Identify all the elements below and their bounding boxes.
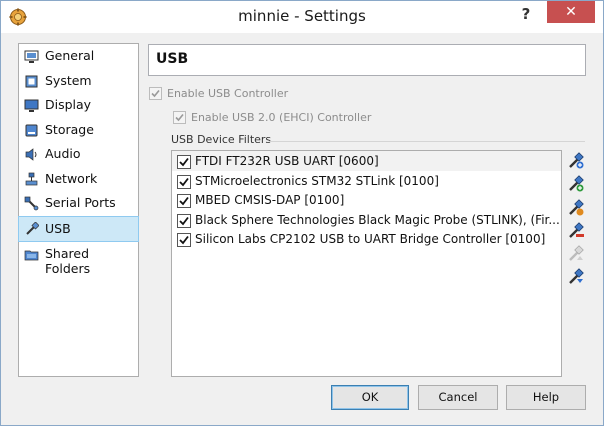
- filter-label: STMicroelectronics STM32 STLink [0100]: [195, 173, 439, 188]
- usb-icon: [26, 221, 39, 235]
- sidebar-item-general[interactable]: General: [19, 44, 138, 69]
- filter-row[interactable]: Black Sphere Technologies Black Magic Pr…: [172, 210, 561, 230]
- display-icon: [24, 99, 39, 112]
- section-title: USB: [156, 51, 189, 67]
- sidebar-item-label: General: [45, 48, 95, 63]
- add-filter-from-device-icon[interactable]: [567, 175, 585, 193]
- add-empty-filter-icon[interactable]: [567, 152, 585, 170]
- help-button[interactable]: Help: [506, 385, 586, 410]
- general-icon: [24, 50, 39, 63]
- sidebar-item-shared-folders[interactable]: Shared Folders: [19, 242, 138, 276]
- close-button[interactable]: ✕: [547, 1, 595, 23]
- filter-row[interactable]: MBED CMSIS-DAP [0100]: [172, 190, 561, 210]
- ok-button[interactable]: OK: [331, 385, 409, 410]
- sidebar-item-serial-ports[interactable]: Serial Ports: [19, 191, 138, 216]
- sidebar-item-label: Network: [45, 170, 98, 186]
- storage-icon: [25, 124, 38, 136]
- filter-checkbox[interactable]: [177, 174, 191, 189]
- filter-row[interactable]: STMicroelectronics STM32 STLink [0100]: [172, 171, 561, 191]
- remove-filter-icon[interactable]: [567, 222, 585, 240]
- sidebar-item-label: Storage: [45, 121, 94, 137]
- audio-icon: [25, 148, 37, 161]
- enable-usb-controller-checkbox[interactable]: Enable USB Controller: [149, 87, 288, 100]
- cancel-button[interactable]: Cancel: [418, 385, 498, 410]
- section-title-box: USB: [148, 44, 586, 76]
- sidebar-item-label: USB: [45, 220, 71, 236]
- checkbox-box: [173, 111, 186, 124]
- title-help-button[interactable]: ?: [513, 3, 539, 25]
- filter-checkbox[interactable]: [177, 155, 191, 169]
- edit-filter-icon[interactable]: [567, 198, 585, 217]
- sidebar-item-usb[interactable]: USB: [18, 215, 139, 242]
- system-icon: [25, 75, 38, 87]
- filter-label: Black Sphere Technologies Black Magic Pr…: [195, 212, 560, 227]
- filters-separator: [269, 141, 585, 142]
- filter-toolbar: [567, 152, 587, 292]
- sidebar-item-label: Shared Folders: [45, 246, 91, 276]
- sidebar-item-label: Audio: [45, 146, 81, 161]
- filter-checkbox[interactable]: [177, 233, 191, 247]
- filter-row[interactable]: FTDI FT232R USB UART [0600]: [172, 151, 561, 171]
- filter-label: FTDI FT232R USB UART [0600]: [195, 154, 379, 168]
- usb-device-filters-list[interactable]: FTDI FT232R USB UART [0600] STMicroelect…: [171, 150, 562, 377]
- enable-usb2-controller-checkbox[interactable]: Enable USB 2.0 (EHCI) Controller: [173, 111, 371, 124]
- sidebar-item-storage[interactable]: Storage: [19, 118, 138, 143]
- shared-folders-icon: [24, 250, 39, 261]
- filter-label: Silicon Labs CP2102 USB to UART Bridge C…: [195, 232, 546, 246]
- settings-window: minnie - Settings ? ✕ General System Dis…: [0, 0, 604, 426]
- enable-usb-controller-label: Enable USB Controller: [167, 87, 289, 100]
- sidebar-item-system[interactable]: System: [19, 69, 138, 94]
- filter-checkbox[interactable]: [177, 194, 191, 208]
- filter-checkbox[interactable]: [177, 213, 191, 228]
- filter-row[interactable]: Silicon Labs CP2102 USB to UART Bridge C…: [172, 229, 561, 249]
- title-bar: minnie - Settings ? ✕: [1, 1, 603, 33]
- enable-usb2-controller-label: Enable USB 2.0 (EHCI) Controller: [191, 111, 372, 124]
- settings-sidebar: General System Display Storage Audio Net…: [18, 43, 139, 377]
- move-filter-down-icon[interactable]: [567, 268, 585, 286]
- sidebar-item-network[interactable]: Network: [19, 167, 138, 192]
- sidebar-item-label: Display: [45, 97, 92, 112]
- sidebar-item-display[interactable]: Display: [19, 93, 138, 118]
- usb-device-filters-label: USB Device Filters: [171, 133, 272, 146]
- filter-label: MBED CMSIS-DAP [0100]: [195, 193, 345, 207]
- network-icon: [25, 172, 38, 185]
- checkbox-box: [149, 87, 162, 100]
- sidebar-item-label: Serial Ports: [45, 195, 116, 210]
- sidebar-item-label: System: [45, 72, 92, 88]
- serial-ports-icon: [24, 196, 39, 211]
- move-filter-up-icon[interactable]: [567, 245, 585, 263]
- sidebar-item-audio[interactable]: Audio: [19, 142, 138, 167]
